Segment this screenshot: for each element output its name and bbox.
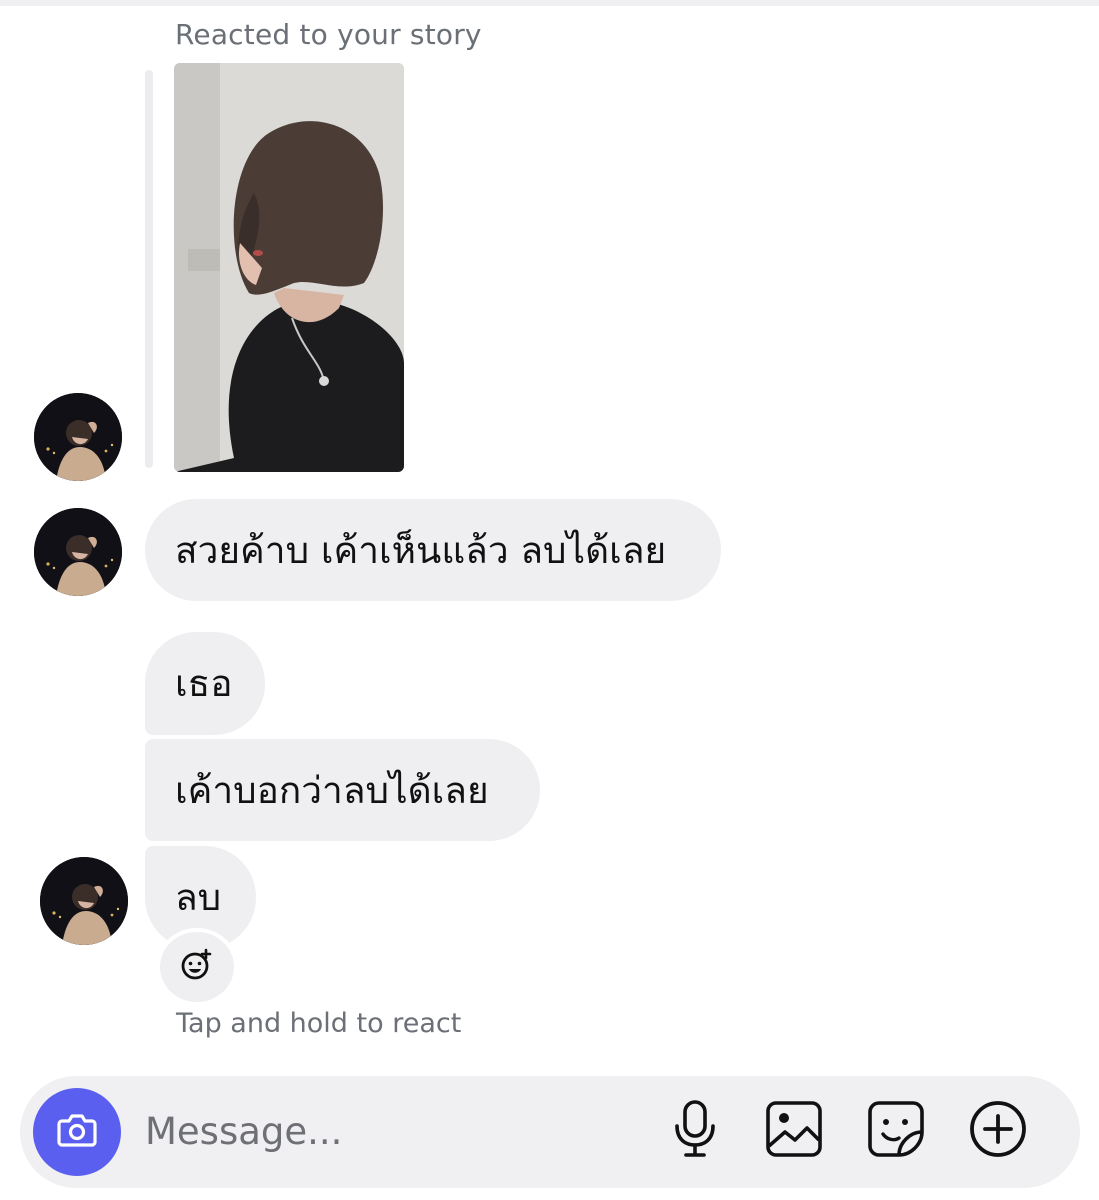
avatar[interactable]	[40, 857, 128, 945]
camera-button[interactable]	[33, 1088, 121, 1176]
top-divider	[0, 0, 1099, 6]
gallery-button[interactable]	[759, 1096, 829, 1166]
message-bubble[interactable]: เธอ	[145, 632, 265, 735]
microphone-icon	[672, 1099, 718, 1163]
reaction-hint: Tap and hold to react	[176, 1008, 462, 1039]
message-text: ลบ	[175, 876, 222, 919]
story-reply-line	[145, 70, 153, 468]
add-reaction-button[interactable]	[156, 928, 238, 1006]
message-text: สวยค้าบ เค้าเห็นแล้ว ลบได้เลย	[175, 528, 667, 572]
avatar[interactable]	[34, 393, 122, 481]
message-bubble[interactable]: สวยค้าบ เค้าเห็นแล้ว ลบได้เลย	[145, 499, 721, 601]
camera-icon	[56, 1112, 98, 1152]
story-thumbnail[interactable]	[174, 63, 404, 472]
sticker-icon	[867, 1100, 925, 1162]
sticker-button[interactable]	[861, 1096, 931, 1166]
message-text: เธอ	[175, 662, 233, 705]
message-text: เค้าบอกว่าลบได้เลย	[175, 768, 489, 812]
image-icon	[765, 1100, 823, 1162]
message-input[interactable]	[145, 1105, 625, 1157]
more-options-button[interactable]	[963, 1096, 1033, 1166]
emoji-add-icon	[179, 947, 215, 987]
message-bubble[interactable]: เค้าบอกว่าลบได้เลย	[145, 739, 540, 841]
plus-circle-icon	[968, 1099, 1028, 1163]
voice-message-button[interactable]	[660, 1096, 730, 1166]
story-reaction-caption: Reacted to your story	[175, 18, 482, 51]
avatar[interactable]	[34, 508, 122, 596]
